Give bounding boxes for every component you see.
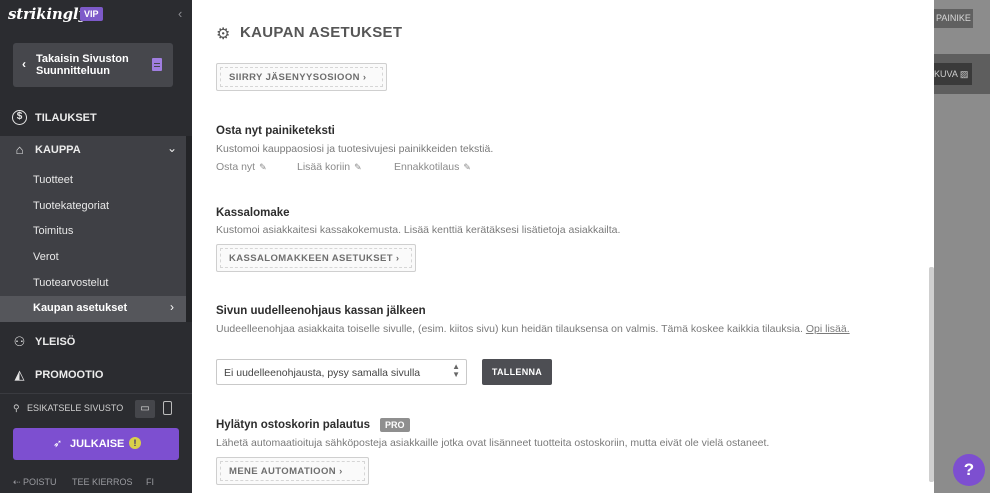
button-label: KASSALOMAKKEEN ASETUKSET › [229, 253, 400, 264]
document-icon [152, 58, 162, 71]
pencil-icon: ✎ [354, 162, 362, 172]
mobile-preview-icon[interactable] [163, 401, 172, 415]
search-icon: ⚲ [13, 403, 20, 413]
nav-label: PROMOOTIO [35, 369, 104, 381]
pencil-icon: ✎ [259, 162, 267, 172]
publish-label: JULKAISE [70, 438, 125, 450]
subnav-taxes[interactable]: Verot [33, 251, 59, 263]
checkout-form-desc: Kustomoi asiakkaitesi kassakokemusta. Li… [216, 224, 621, 236]
redirect-select-value: Ei uudelleenohjausta, pysy samalla sivul… [224, 367, 421, 379]
learn-more-link[interactable]: Opi lisää. [806, 323, 850, 335]
select-arrows-icon: ▲ ▼ [452, 362, 460, 379]
warning-icon: ! [129, 437, 141, 449]
redirect-desc-text: Uudeelleenohjaa asiakkaita toiselle sivu… [216, 323, 803, 335]
image-icon: ▨ [959, 69, 969, 79]
add-to-cart-text-editor[interactable]: Lisää koriin ✎ [297, 161, 362, 173]
exit-link[interactable]: ⇠ POISTU [13, 477, 57, 488]
app-root: strikingly VIP ‹ ‹ Takaisin Sivuston Suu… [0, 0, 990, 493]
nav-label: TILAUKSET [35, 112, 97, 124]
buy-now-label: Osta nyt [216, 161, 256, 173]
abandoned-cart-desc: Lähetä automaatioituja sähköposteja asia… [216, 437, 770, 449]
abandoned-cart-title: Hylätyn ostoskorin palautus [216, 419, 371, 431]
checkout-form-title: Kassalomake [216, 207, 290, 219]
nav-label: YLEISÖ [35, 336, 76, 348]
redirect-title: Sivun uudelleenohjaus kassan jälkeen [216, 305, 426, 317]
publish-button[interactable]: ➶ JULKAISE ! [13, 428, 179, 460]
megaphone-icon: ◭ [14, 367, 25, 382]
subnav-reviews[interactable]: Tuotearvostelut [33, 277, 108, 289]
button-label: MENE AUTOMATIOON › [229, 466, 343, 477]
nav-item-audience[interactable]: ⚇ YLEISÖ [0, 330, 192, 356]
vip-badge: VIP [80, 7, 103, 21]
subnav-products[interactable]: Tuotteet [33, 174, 73, 186]
tour-link[interactable]: TEE KIERROS [72, 477, 133, 487]
collapse-sidebar-icon[interactable]: ‹ [178, 6, 182, 21]
pencil-icon: ✎ [463, 162, 471, 172]
help-button[interactable]: ? [953, 454, 985, 486]
subnav-label: Kaupan asetukset [33, 302, 128, 314]
arrow-left-icon: ⇠ [13, 477, 24, 487]
add-to-cart-label: Lisää koriin [297, 161, 351, 173]
sidebar-divider [0, 393, 192, 394]
button-label: SIIRRY JÄSENYYSOSIOON › [229, 72, 367, 83]
subnav-store-settings[interactable]: Kaupan asetukset › [0, 296, 186, 322]
exit-label: POISTU [23, 477, 57, 487]
subnav-categories[interactable]: Tuotekategoriat [33, 200, 109, 212]
dollar-icon: $ [12, 110, 27, 125]
nav-item-orders[interactable]: $ TILAUKSET [0, 106, 192, 132]
preview-site-link[interactable]: ⚲ ESIKATSELE SIVUSTO [13, 403, 123, 414]
preorder-text-editor[interactable]: Ennakkotilaus ✎ [394, 161, 471, 173]
preorder-label: Ennakkotilaus [394, 161, 460, 173]
chevron-down-icon: ⌄ [166, 141, 177, 155]
store-icon: ⌂ [15, 142, 24, 157]
buy-button-text-desc: Kustomoi kauppaosiosi ja tuotesivujesi p… [216, 143, 494, 155]
nav-item-shop[interactable]: ⌂ KAUPPA ⌄ [0, 138, 192, 164]
back-to-site-editor-button[interactable]: ‹ Takaisin Sivuston Suunnitteluun [13, 43, 173, 87]
buy-button-text-title: Osta nyt painiketeksti [216, 125, 335, 137]
gear-icon: ⚙ [216, 26, 231, 43]
brand-logo[interactable]: strikingly [8, 5, 87, 23]
rocket-icon: ➶ [53, 438, 63, 450]
nav-item-promotion[interactable]: ◭ PROMOOTIO [0, 363, 192, 385]
chevron-left-icon: ‹ [22, 57, 26, 71]
settings-panel: ⚙ KAUPAN ASETUKSET SIIRRY JÄSENYYSOSIOON… [192, 0, 934, 493]
desktop-preview-icon[interactable]: ▭ [135, 400, 155, 418]
buy-now-text-editor[interactable]: Osta nyt ✎ [216, 161, 267, 173]
sidebar: strikingly VIP ‹ ‹ Takaisin Sivuston Suu… [0, 0, 192, 493]
redirect-select[interactable]: Ei uudelleenohjausta, pysy samalla sivul… [216, 359, 467, 385]
chevron-right-icon: › [170, 300, 174, 314]
save-button[interactable]: TALLENNA [482, 359, 552, 385]
subnav-shipping[interactable]: Toimitus [33, 225, 73, 237]
redirect-desc: Uudeelleenohjaa asiakkaita toiselle sivu… [216, 321, 896, 337]
pro-badge: PRO [380, 418, 410, 432]
go-to-automation-button[interactable]: MENE AUTOMATIOON › [216, 457, 369, 485]
membership-section-button[interactable]: SIIRRY JÄSENYYSOSIOON › [216, 63, 387, 91]
sidebar-header: strikingly VIP ‹ [0, 0, 192, 32]
editor-image-label: KUVA [934, 69, 958, 79]
page-title: KAUPAN ASETUKSET [240, 24, 403, 41]
editor-image-button[interactable]: KUVA ▨ [934, 63, 972, 85]
editor-add-button[interactable]: PAINIKE [934, 9, 973, 28]
preview-label: ESIKATSELE SIVUSTO [27, 403, 124, 413]
language-link[interactable]: FI [146, 477, 154, 487]
users-icon: ⚇ [13, 334, 26, 349]
back-button-label: Takaisin Sivuston Suunnitteluun [36, 53, 129, 77]
checkout-form-settings-button[interactable]: KASSALOMAKKEEN ASETUKSET › [216, 244, 416, 272]
nav-label: KAUPPA [35, 144, 81, 156]
